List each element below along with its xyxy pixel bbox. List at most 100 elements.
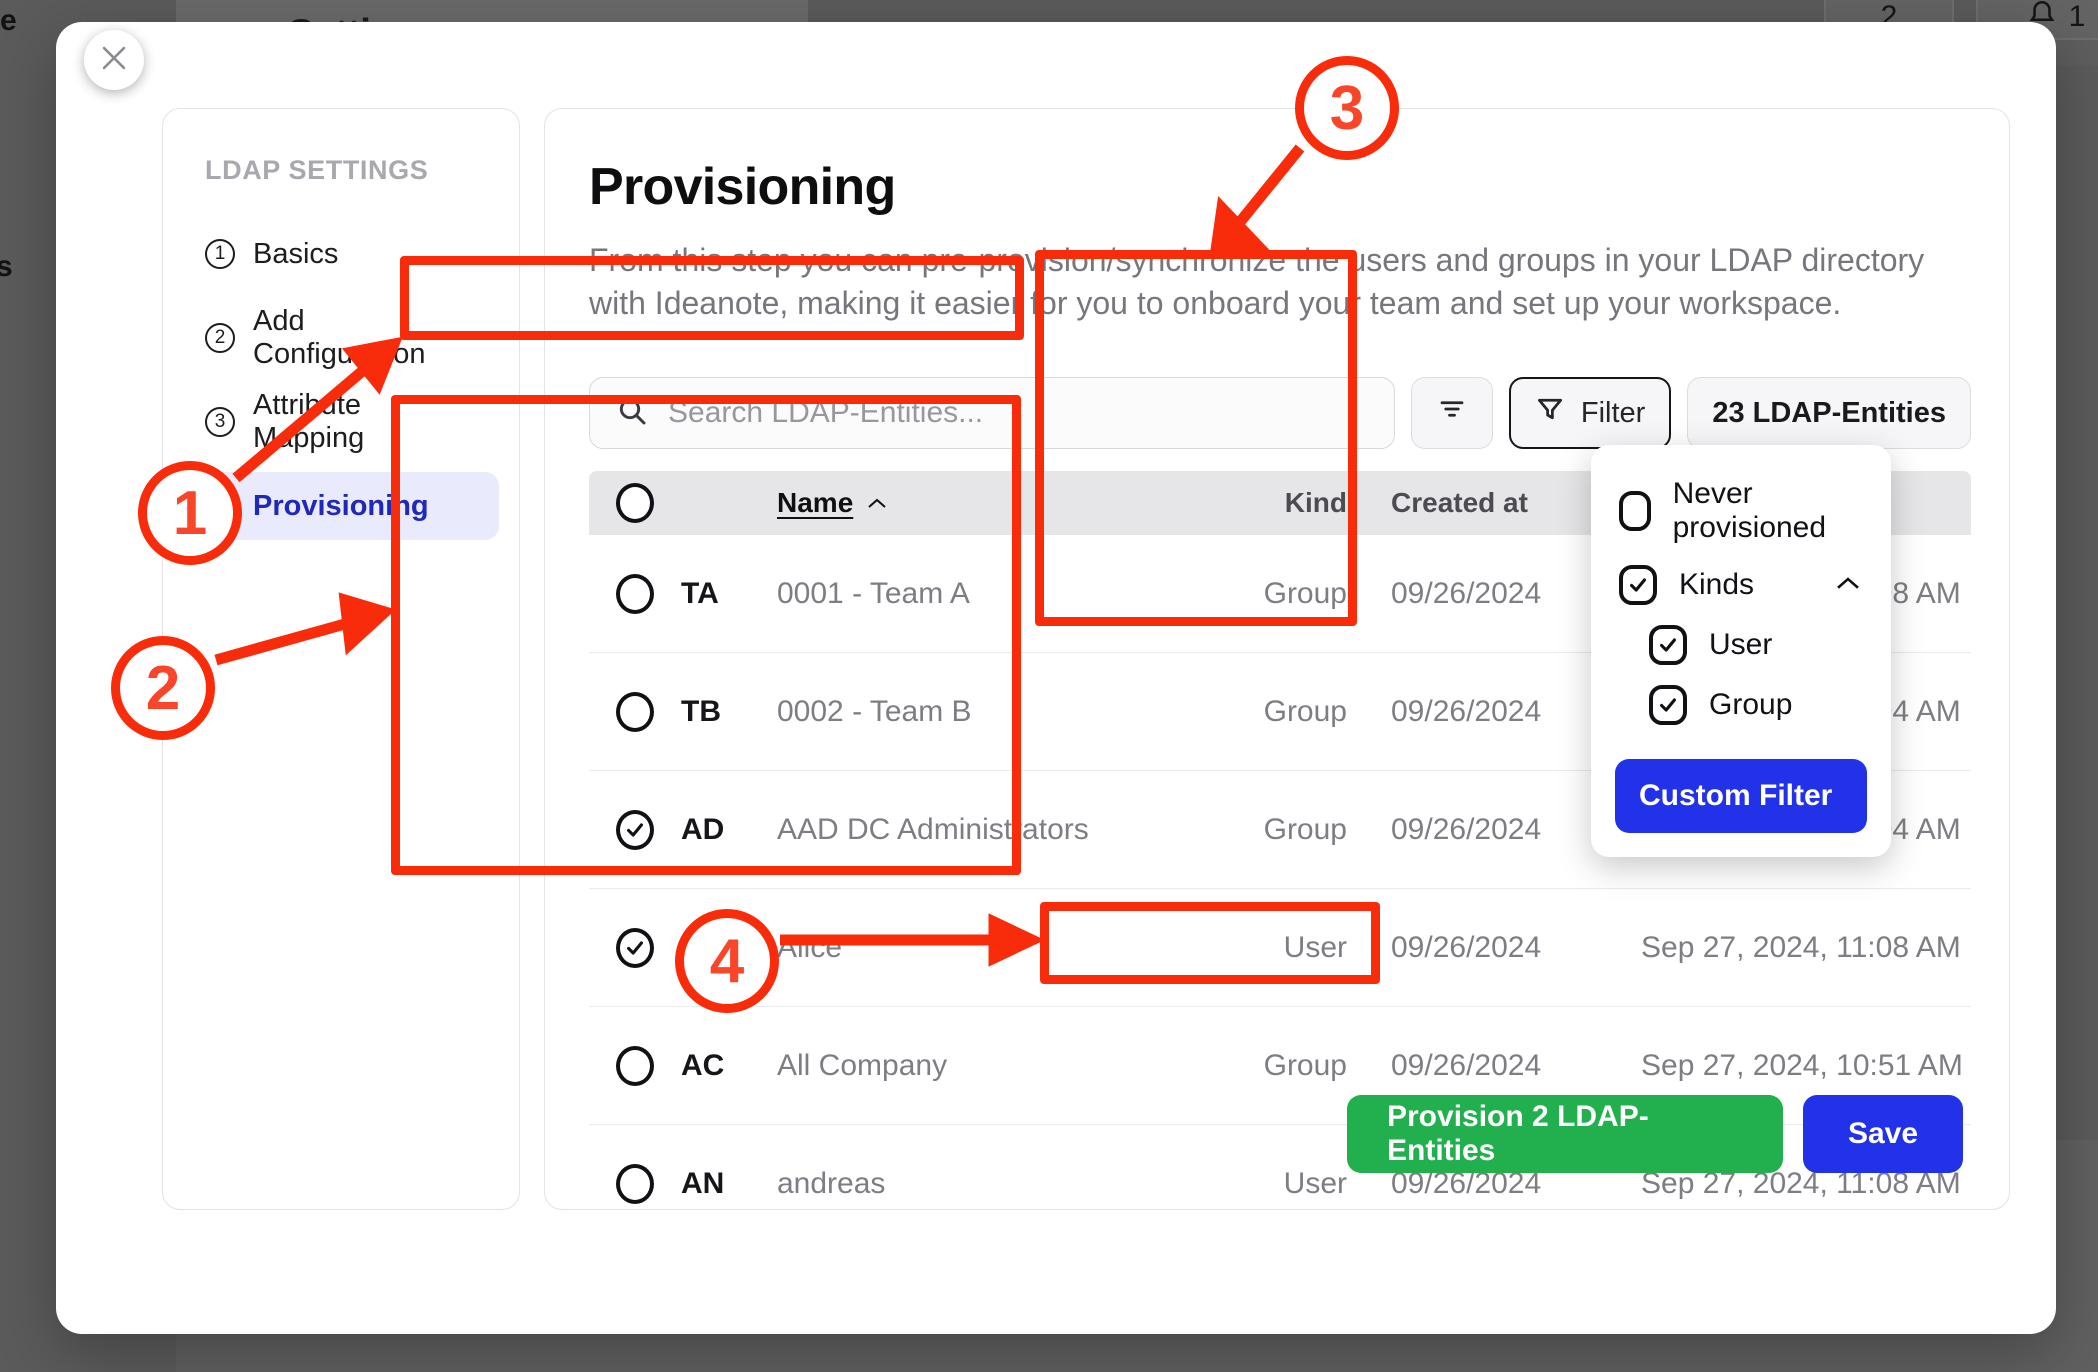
annotation-marker-label: 4 <box>710 926 744 997</box>
row-checkbox[interactable] <box>589 1164 681 1204</box>
filter-button[interactable]: Filter <box>1509 377 1671 449</box>
entity-name: All Company <box>777 1049 1215 1083</box>
sidebar-item-basics[interactable]: 1 Basics <box>183 220 499 288</box>
annotation-marker-label: 3 <box>1330 73 1364 144</box>
background-left-fragment: s <box>0 250 13 284</box>
annotation-marker-2: 2 <box>111 636 215 740</box>
chevron-up-icon <box>865 487 889 519</box>
entity-kind: Group <box>1215 695 1391 729</box>
modal-footer: Provision 2 LDAP-Entities Save <box>1347 1095 1963 1173</box>
entity-name: 0002 - Team B <box>777 695 1215 729</box>
entity-kind: Group <box>1215 813 1391 847</box>
table-toolbar: Filter 23 LDAP-Entities <box>589 377 1971 449</box>
entity-provisioned-at: Sep 27, 2024, 10:51 AM <box>1641 1049 1971 1083</box>
annotation-marker-label: 1 <box>173 478 207 549</box>
sidebar-item-label: Attribute Mapping <box>253 389 477 455</box>
checkbox-checked-icon <box>1649 685 1687 725</box>
page-description: From this step you can pre-provision/syn… <box>589 239 1969 324</box>
chevron-up-icon[interactable] <box>1833 568 1863 602</box>
annotation-marker-4: 4 <box>675 909 779 1013</box>
checkbox-unchecked-icon <box>616 1164 654 1204</box>
sort-icon <box>1437 394 1467 432</box>
custom-filter-button[interactable]: Custom Filter <box>1615 759 1867 833</box>
checkbox-unchecked-icon <box>616 574 654 614</box>
checkbox-unchecked-icon <box>616 692 654 732</box>
entity-provisioned-at: Sep 27, 2024, 11:08 AM <box>1641 931 1971 965</box>
filter-option-label: Kinds <box>1679 568 1811 602</box>
filter-dropdown-menu: Never provisioned Kinds User <box>1591 445 1891 857</box>
row-checkbox[interactable] <box>589 574 681 614</box>
row-checkbox[interactable] <box>589 692 681 732</box>
select-all-checkbox[interactable] <box>589 483 681 523</box>
checkbox-checked-icon <box>616 928 654 968</box>
entity-count-label: 23 LDAP-Entities <box>1712 397 1946 430</box>
column-header-name-label: Name <box>777 487 853 519</box>
sidebar: LDAP SETTINGS 1 Basics 2 Add Configurati… <box>162 108 520 1210</box>
sidebar-item-label: Basics <box>253 238 338 271</box>
page-title: Provisioning <box>589 157 896 217</box>
provision-button-label: Provision 2 LDAP-Entities <box>1387 1100 1743 1168</box>
annotation-marker-1: 1 <box>138 461 242 565</box>
annotation-marker-label: 2 <box>146 653 180 724</box>
filter-option-group[interactable]: Group <box>1591 675 1891 735</box>
filter-option-label: User <box>1709 628 1863 662</box>
entity-name: AAD DC Administrators <box>777 813 1215 847</box>
filter-option-label: Group <box>1709 688 1863 722</box>
entity-count-pill: 23 LDAP-Entities <box>1687 377 1971 449</box>
search-field[interactable] <box>589 377 1395 449</box>
filter-option-label: Never provisioned <box>1673 477 1863 545</box>
close-button[interactable] <box>84 30 144 90</box>
entity-kind: User <box>1215 931 1391 965</box>
checkbox-unchecked-icon <box>616 1046 654 1086</box>
avatar-initials: TB <box>681 695 777 729</box>
avatar-initials: AC <box>681 1049 777 1083</box>
step-number-icon: 3 <box>205 407 235 437</box>
avatar-initials: AD <box>681 813 777 847</box>
search-input[interactable] <box>668 396 1368 430</box>
filter-option-user[interactable]: User <box>1591 615 1891 675</box>
filter-button-label: Filter <box>1581 397 1645 430</box>
checkbox-unchecked-icon <box>616 483 654 523</box>
step-number-icon: 2 <box>205 323 235 353</box>
custom-filter-label: Custom Filter <box>1639 779 1832 813</box>
sidebar-title: LDAP SETTINGS <box>163 155 519 186</box>
sidebar-item-label: Provisioning <box>253 490 429 523</box>
entity-created-at: 09/26/2024 <box>1391 1049 1641 1083</box>
entity-kind: Group <box>1215 1049 1391 1083</box>
search-icon <box>616 395 648 432</box>
sidebar-item-attribute-mapping[interactable]: 3 Attribute Mapping <box>183 388 499 456</box>
entity-kind: Group <box>1215 577 1391 611</box>
save-button-label: Save <box>1848 1117 1918 1151</box>
checkbox-checked-icon <box>1649 625 1687 665</box>
content-panel: Provisioning From this step you can pre-… <box>544 108 2010 1210</box>
checkbox-checked-icon <box>616 810 654 850</box>
row-checkbox[interactable] <box>589 1046 681 1086</box>
close-icon <box>97 41 131 80</box>
sidebar-item-add-configuration[interactable]: 2 Add Configuration <box>183 304 499 372</box>
step-number-icon: 1 <box>205 239 235 269</box>
entity-name: Alice <box>777 931 1215 965</box>
avatar-initials: AN <box>681 1167 777 1201</box>
entity-name: andreas <box>777 1167 1215 1201</box>
avatar-initials: TA <box>681 577 777 611</box>
table-header-name[interactable]: Name <box>777 487 1215 519</box>
save-button[interactable]: Save <box>1803 1095 1963 1173</box>
background-left-fragment-top: e <box>0 4 17 38</box>
filter-option-kinds[interactable]: Kinds <box>1591 555 1891 615</box>
annotation-marker-3: 3 <box>1295 56 1399 160</box>
checkbox-checked-icon <box>1619 565 1657 605</box>
background-pill-2-label: 1 <box>2069 0 2086 34</box>
column-header-kind[interactable]: Kind <box>1215 487 1391 519</box>
ldap-settings-modal: LDAP SETTINGS 1 Basics 2 Add Configurati… <box>56 22 2056 1334</box>
provision-button[interactable]: Provision 2 LDAP-Entities <box>1347 1095 1783 1173</box>
row-checkbox[interactable] <box>589 928 681 968</box>
row-checkbox[interactable] <box>589 810 681 850</box>
sidebar-item-label: Add Configuration <box>253 305 477 371</box>
table-row[interactable]: AL Alice User 09/26/2024 Sep 27, 2024, 1… <box>589 889 1971 1007</box>
filter-option-never-provisioned[interactable]: Never provisioned <box>1591 467 1891 555</box>
sort-button[interactable] <box>1411 377 1493 449</box>
funnel-icon <box>1535 394 1565 432</box>
checkbox-unchecked-icon <box>1619 491 1651 531</box>
entity-created-at: 09/26/2024 <box>1391 931 1641 965</box>
entity-name: 0001 - Team A <box>777 577 1215 611</box>
